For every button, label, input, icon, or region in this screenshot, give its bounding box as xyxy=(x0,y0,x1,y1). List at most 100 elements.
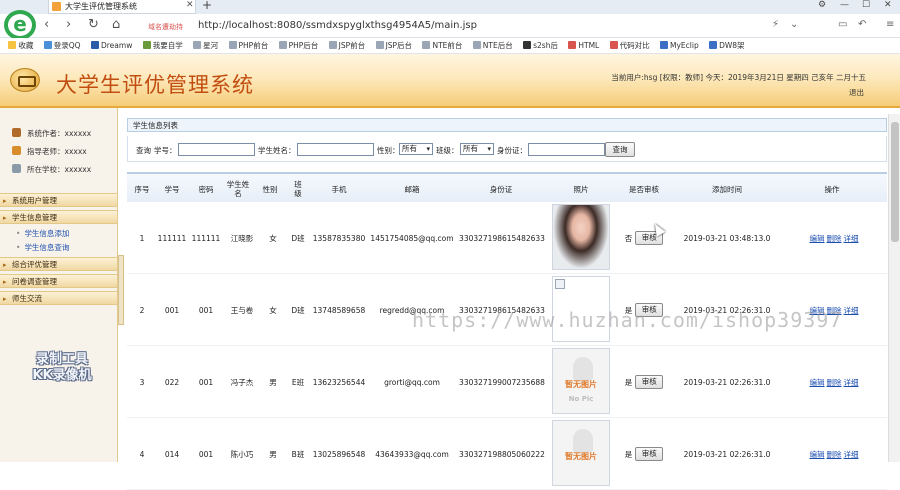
new-tab-icon[interactable]: + xyxy=(202,0,212,12)
lightning-icon[interactable]: ⚡ xyxy=(772,19,779,30)
teacher-icon xyxy=(12,146,21,155)
student-no-label: 学号： xyxy=(154,146,177,155)
cell-pwd: 001 xyxy=(198,305,214,315)
detail-link[interactable]: 详细 xyxy=(844,305,859,316)
class-select[interactable]: 所有 xyxy=(460,143,494,155)
student-name-input[interactable] xyxy=(297,143,374,156)
detail-link[interactable]: 详细 xyxy=(844,233,859,244)
audit-button[interactable]: 审核 xyxy=(635,447,664,461)
cell-actions: 编辑 删除 详细 xyxy=(803,346,867,418)
cell-pwd: 111111 xyxy=(191,233,221,243)
bookmark-item[interactable]: 星河 xyxy=(193,38,218,53)
page-icon[interactable]: ▭ xyxy=(838,19,847,30)
id-card-input[interactable] xyxy=(528,143,605,156)
bookmark-icon xyxy=(278,41,287,49)
detail-link[interactable]: 详细 xyxy=(844,449,859,460)
gender-select[interactable]: 所有 xyxy=(399,143,433,155)
bookmark-item[interactable]: NTE后台 xyxy=(472,38,513,53)
student-no-input[interactable] xyxy=(178,143,255,156)
edit-link[interactable]: 编辑 xyxy=(810,377,825,388)
bookmark-item[interactable]: JSP后台 xyxy=(375,38,412,53)
edit-link[interactable]: 编辑 xyxy=(810,233,825,244)
recorder-watermark: 录制工具 KK录像机 xyxy=(32,352,92,383)
main-content: 学生信息列表 查询 学号： 学生姓名： 性别： 所有 班级： 所有 身份证： 查… xyxy=(127,114,887,490)
user-info: 当前用户:hsg [权限：教师] 今天：2019年3月21日 星期四 己亥年 二… xyxy=(611,73,866,82)
bookmark-item[interactable]: JSP前台 xyxy=(328,38,365,53)
col-header: 邮箱 xyxy=(404,184,420,194)
undo-icon[interactable]: ↶ xyxy=(858,19,866,30)
window-settings-icon[interactable]: ⚙ xyxy=(818,0,826,10)
url-input[interactable]: http://localhost:8080/ssmdxspyglxthsg495… xyxy=(198,20,477,31)
qq-icon xyxy=(43,41,52,49)
sidebar-toggle[interactable] xyxy=(118,255,124,325)
bookmark-icon xyxy=(609,41,618,49)
chevron-down-icon[interactable]: ⌄ xyxy=(790,19,798,30)
delete-link[interactable]: 删除 xyxy=(827,377,842,388)
bookmark-icon xyxy=(142,41,151,49)
bookmark-item[interactable]: DW8架 xyxy=(709,38,745,53)
cell-no: 2 xyxy=(139,305,145,315)
cell-idcard: 330327198805060222 xyxy=(459,449,545,459)
no-photo-en-text: No Pic xyxy=(568,395,594,403)
audit-status: 否 xyxy=(624,233,633,243)
delete-link[interactable]: 删除 xyxy=(827,233,842,244)
window-close-icon[interactable]: ✕ xyxy=(884,0,892,10)
cell-audit: 否 审核 xyxy=(619,202,669,274)
bookmark-item[interactable]: 代码对比 xyxy=(609,38,650,53)
bookmark-item[interactable]: HTML xyxy=(568,38,599,53)
no-photo-text: 暂无图片 xyxy=(565,452,597,461)
student-photo[interactable] xyxy=(552,204,610,270)
refresh-icon[interactable]: ↻ xyxy=(88,17,99,32)
menu-survey-mgmt[interactable]: 问卷调查管理 xyxy=(0,274,117,289)
bookmark-item[interactable]: PHP后台 xyxy=(278,38,318,53)
bookmark-item[interactable]: 收藏 xyxy=(8,38,33,53)
menu-icon[interactable]: ≡ xyxy=(886,19,894,30)
audit-button[interactable]: 审核 xyxy=(635,375,664,389)
cell-email: 43643933@qq.com xyxy=(375,449,449,459)
no-photo-icon xyxy=(573,357,593,381)
school-info: 所在学校：xxxxxx xyxy=(12,164,91,175)
window-minimize-icon[interactable]: — xyxy=(840,0,849,10)
bookmark-icon xyxy=(90,41,99,49)
cell-email: 1451754085@qq.com xyxy=(370,233,454,243)
no-photo-placeholder[interactable]: 暂无图片 xyxy=(552,420,610,486)
page-scrollbar[interactable] xyxy=(888,114,900,462)
bookmark-item[interactable]: PHP前台 xyxy=(228,38,268,53)
menu-student-query[interactable]: 学生信息查询 xyxy=(16,242,69,253)
bookmark-item[interactable]: MyEclip xyxy=(660,38,699,53)
bookmark-item[interactable]: NTE前台 xyxy=(422,38,462,53)
bookmark-item[interactable]: 登录QQ xyxy=(43,38,81,53)
cell-sno: 001 xyxy=(164,305,180,315)
forward-icon[interactable]: › xyxy=(66,17,71,32)
home-icon[interactable]: ⌂ xyxy=(112,17,120,32)
cell-class: D班 xyxy=(291,305,305,315)
tab-close-icon[interactable]: ✕ xyxy=(186,0,194,10)
cell-pwd: 001 xyxy=(198,377,214,387)
bookmark-item[interactable]: Dreamw xyxy=(90,38,132,53)
table-row: 4 014 001 陈小巧 男 B班 13025896548 43643933@… xyxy=(127,418,887,490)
menu-eval-mgmt[interactable]: 综合评优管理 xyxy=(0,257,117,272)
no-photo-icon xyxy=(573,429,593,453)
exit-link[interactable]: 退出 xyxy=(849,87,864,98)
app-header: 大学生评优管理系统 当前用户:hsg [权限：教师] 今天：2019年3月21日… xyxy=(0,54,900,108)
detail-link[interactable]: 详细 xyxy=(844,377,859,388)
cell-no: 3 xyxy=(139,377,145,387)
menu-user-mgmt[interactable]: 系统用户管理 xyxy=(0,193,117,208)
bookmark-item[interactable]: s2sh后 xyxy=(523,38,558,53)
menu-student-add[interactable]: 学生信息添加 xyxy=(16,228,69,239)
browser-tab[interactable]: 大学生评优管理系统 xyxy=(48,0,196,14)
scroll-thumb[interactable] xyxy=(891,122,899,242)
back-icon[interactable]: ‹ xyxy=(44,17,49,32)
col-header: 性别 xyxy=(262,184,278,194)
gender-label: 性别： xyxy=(377,146,400,155)
menu-student-mgmt[interactable]: 学生信息管理 xyxy=(0,210,117,225)
bookmark-item[interactable]: 我要自学 xyxy=(142,38,183,53)
menu-teacher-talk[interactable]: 师生交流 xyxy=(0,291,117,306)
search-button[interactable]: 查询 xyxy=(605,142,635,157)
no-photo-placeholder[interactable]: 暂无图片 No Pic xyxy=(552,348,610,414)
window-maximize-icon[interactable]: ☐ xyxy=(862,0,870,10)
bookmark-icon xyxy=(228,41,237,49)
edit-link[interactable]: 编辑 xyxy=(810,449,825,460)
cell-gender: 男 xyxy=(269,449,277,459)
delete-link[interactable]: 删除 xyxy=(827,449,842,460)
